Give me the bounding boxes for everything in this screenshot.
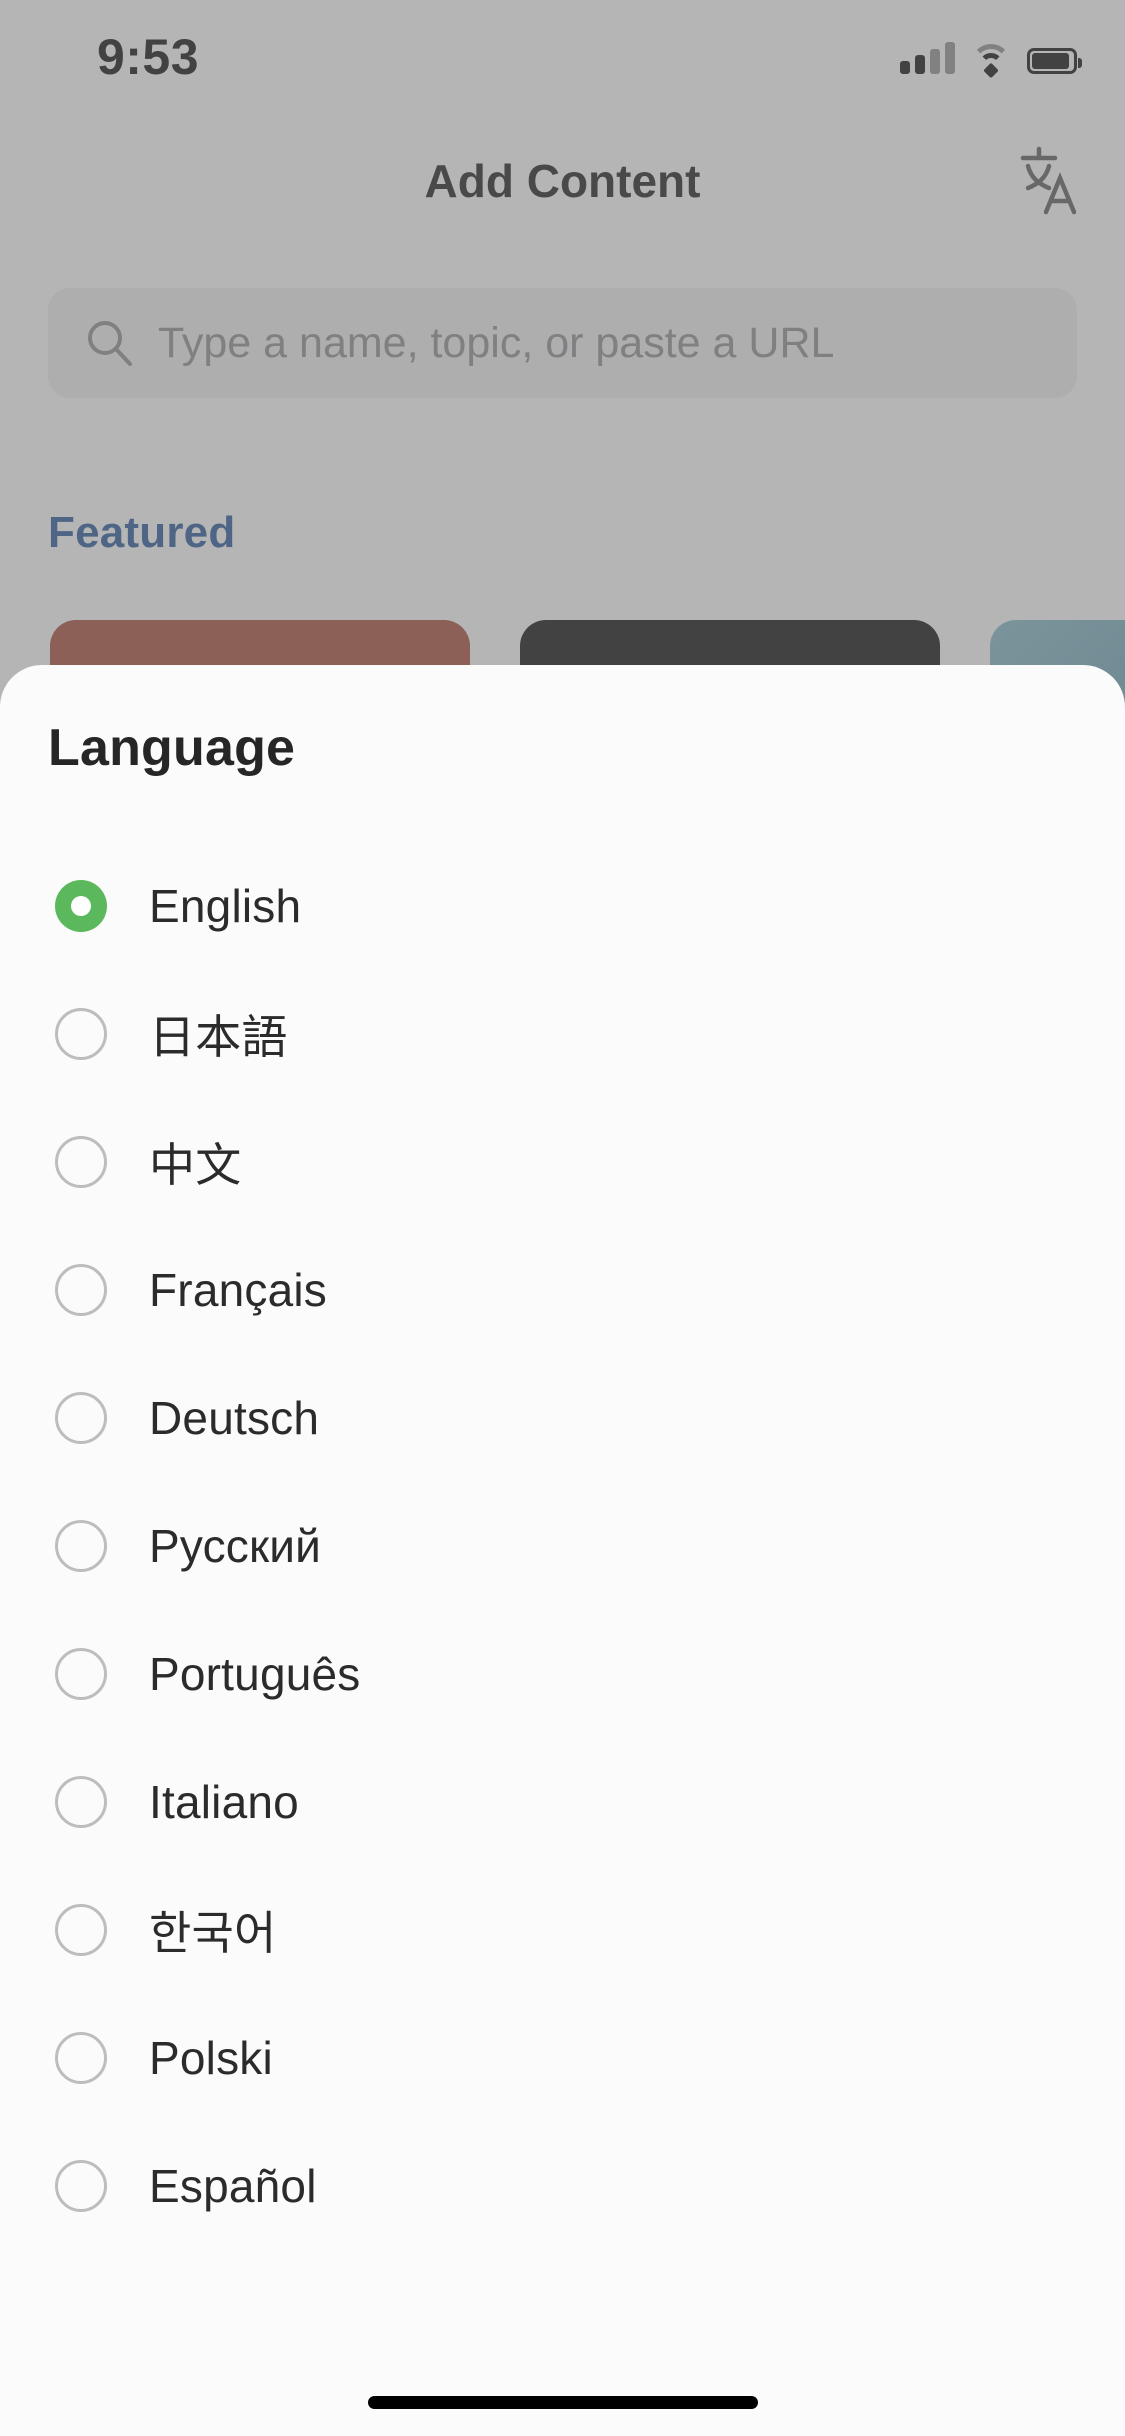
radio-unselected-icon[interactable] <box>55 1776 107 1828</box>
language-option-portuguese[interactable]: Português <box>0 1610 1125 1738</box>
language-option-label: Español <box>149 2160 317 2212</box>
radio-unselected-icon[interactable] <box>55 1264 107 1316</box>
language-option-polish[interactable]: Polski <box>0 1994 1125 2122</box>
language-option-list: English 日本語 中文 Français Deutsch Русский … <box>0 842 1125 2250</box>
radio-unselected-icon[interactable] <box>55 1136 107 1188</box>
radio-unselected-icon[interactable] <box>55 1520 107 1572</box>
language-option-chinese[interactable]: 中文 <box>0 1098 1125 1226</box>
sheet-title: Language <box>48 719 296 777</box>
home-indicator[interactable] <box>367 2396 758 2409</box>
language-option-label: Polski <box>149 2032 273 2084</box>
language-option-spanish[interactable]: Español <box>0 2122 1125 2250</box>
language-option-label: Português <box>149 1648 361 1700</box>
language-option-label: Русский <box>149 1520 322 1572</box>
language-bottom-sheet: Language English 日本語 中文 Français Deutsch… <box>0 665 1125 2436</box>
language-option-english[interactable]: English <box>0 842 1125 970</box>
radio-selected-icon[interactable] <box>55 880 107 932</box>
language-option-label: 日本語 <box>149 1011 288 1063</box>
language-option-label: 한국어 <box>149 1907 277 1959</box>
language-option-label: Deutsch <box>149 1392 320 1444</box>
language-option-german[interactable]: Deutsch <box>0 1354 1125 1482</box>
language-option-french[interactable]: Français <box>0 1226 1125 1354</box>
language-option-russian[interactable]: Русский <box>0 1482 1125 1610</box>
language-option-label: English <box>149 880 302 932</box>
language-option-japanese[interactable]: 日本語 <box>0 970 1125 1098</box>
language-option-korean[interactable]: 한국어 <box>0 1866 1125 1994</box>
radio-unselected-icon[interactable] <box>55 1008 107 1060</box>
radio-unselected-icon[interactable] <box>55 2160 107 2212</box>
language-option-label: Italiano <box>149 1776 299 1828</box>
language-option-italian[interactable]: Italiano <box>0 1738 1125 1866</box>
radio-unselected-icon[interactable] <box>55 2032 107 2084</box>
radio-unselected-icon[interactable] <box>55 1392 107 1444</box>
radio-unselected-icon[interactable] <box>55 1904 107 1956</box>
radio-unselected-icon[interactable] <box>55 1648 107 1700</box>
language-option-label: Français <box>149 1264 327 1316</box>
language-option-label: 中文 <box>149 1139 242 1191</box>
